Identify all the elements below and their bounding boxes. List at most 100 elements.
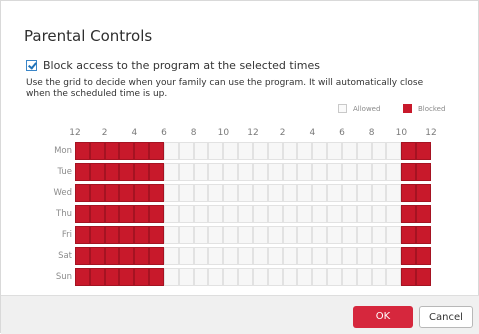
grid-cell[interactable] (89, 184, 105, 202)
grid-cell[interactable] (89, 268, 105, 286)
grid-cell[interactable] (75, 226, 90, 244)
grid-cell[interactable] (238, 205, 253, 223)
grid-cell[interactable] (223, 142, 239, 160)
grid-cell[interactable] (341, 184, 357, 202)
grid-cell[interactable] (267, 163, 283, 181)
block-access-row[interactable]: Block access to the program at the selec… (26, 59, 320, 72)
grid-cell[interactable] (312, 247, 328, 265)
grid-cell[interactable] (223, 247, 239, 265)
grid-cell[interactable] (297, 142, 313, 160)
grid-cell[interactable] (104, 247, 120, 265)
grid-cell[interactable] (312, 226, 328, 244)
grid-cell[interactable] (163, 247, 179, 265)
grid-cell[interactable] (401, 268, 417, 286)
grid-cell[interactable] (104, 184, 120, 202)
grid-cell[interactable] (416, 226, 431, 244)
grid-cell[interactable] (223, 268, 239, 286)
grid-cell[interactable] (282, 163, 298, 181)
grid-cell[interactable] (327, 268, 342, 286)
grid-cell[interactable] (252, 205, 268, 223)
grid-cell[interactable] (297, 205, 313, 223)
grid-cell[interactable] (193, 142, 209, 160)
grid-cell[interactable] (252, 268, 268, 286)
grid-cell[interactable] (282, 142, 298, 160)
grid-cell[interactable] (401, 142, 417, 160)
grid-cell[interactable] (371, 184, 387, 202)
grid-cell[interactable] (297, 163, 313, 181)
grid-cell[interactable] (193, 226, 209, 244)
grid-cell[interactable] (252, 184, 268, 202)
grid-cell[interactable] (104, 226, 120, 244)
grid-cell[interactable] (119, 163, 135, 181)
grid-cell[interactable] (75, 184, 90, 202)
grid-cell[interactable] (134, 184, 150, 202)
cancel-button[interactable]: Cancel (419, 306, 473, 328)
grid-cell[interactable] (149, 142, 164, 160)
grid-cell[interactable] (267, 226, 283, 244)
grid-cell[interactable] (282, 268, 298, 286)
grid-cell[interactable] (193, 184, 209, 202)
grid-cell[interactable] (252, 226, 268, 244)
grid-cell[interactable] (386, 268, 402, 286)
grid-cell[interactable] (371, 268, 387, 286)
grid-cell[interactable] (119, 184, 135, 202)
grid-cell[interactable] (401, 205, 417, 223)
grid-cell[interactable] (163, 163, 179, 181)
grid-cell[interactable] (371, 247, 387, 265)
grid-cell[interactable] (312, 268, 328, 286)
grid-cell[interactable] (282, 226, 298, 244)
grid-cell[interactable] (119, 268, 135, 286)
grid-cell[interactable] (149, 163, 164, 181)
grid-cell[interactable] (327, 247, 342, 265)
grid-cell[interactable] (208, 184, 224, 202)
grid-cell[interactable] (119, 226, 135, 244)
grid-cell[interactable] (327, 205, 342, 223)
grid-cell[interactable] (178, 226, 194, 244)
grid-cell[interactable] (282, 247, 298, 265)
grid-cell[interactable] (75, 247, 90, 265)
grid-cell[interactable] (327, 142, 342, 160)
grid-cell[interactable] (134, 247, 150, 265)
grid-cell[interactable] (178, 184, 194, 202)
grid-cell[interactable] (386, 226, 402, 244)
grid-cell[interactable] (238, 247, 253, 265)
grid-cell[interactable] (238, 268, 253, 286)
grid-cell[interactable] (312, 205, 328, 223)
grid-cell[interactable] (312, 142, 328, 160)
grid-cell[interactable] (223, 205, 239, 223)
grid-cell[interactable] (104, 142, 120, 160)
grid-cell[interactable] (178, 205, 194, 223)
grid-cell[interactable] (386, 142, 402, 160)
grid-cell[interactable] (178, 268, 194, 286)
grid-cell[interactable] (193, 268, 209, 286)
grid-cell[interactable] (267, 184, 283, 202)
grid-cell[interactable] (341, 163, 357, 181)
grid-cell[interactable] (238, 163, 253, 181)
grid-cell[interactable] (208, 142, 224, 160)
grid-cell[interactable] (119, 142, 135, 160)
grid-cell[interactable] (193, 247, 209, 265)
grid-cell[interactable] (401, 247, 417, 265)
grid-cell[interactable] (238, 142, 253, 160)
grid-cell[interactable] (356, 247, 372, 265)
grid-cell[interactable] (386, 163, 402, 181)
grid-cell[interactable] (149, 226, 164, 244)
grid-cell[interactable] (371, 205, 387, 223)
block-access-checkbox[interactable] (26, 60, 37, 71)
grid-cell[interactable] (327, 163, 342, 181)
grid-cell[interactable] (267, 142, 283, 160)
grid-cell[interactable] (149, 205, 164, 223)
grid-cell[interactable] (134, 268, 150, 286)
grid-cell[interactable] (193, 163, 209, 181)
grid-cell[interactable] (149, 247, 164, 265)
grid-cell[interactable] (178, 142, 194, 160)
grid-cell[interactable] (416, 163, 431, 181)
ok-button[interactable]: OK (353, 306, 413, 328)
grid-cell[interactable] (208, 247, 224, 265)
grid-cell[interactable] (356, 268, 372, 286)
grid-cell[interactable] (163, 184, 179, 202)
grid-cell[interactable] (401, 184, 417, 202)
grid-cell[interactable] (267, 205, 283, 223)
grid-cell[interactable] (163, 268, 179, 286)
grid-cell[interactable] (341, 142, 357, 160)
